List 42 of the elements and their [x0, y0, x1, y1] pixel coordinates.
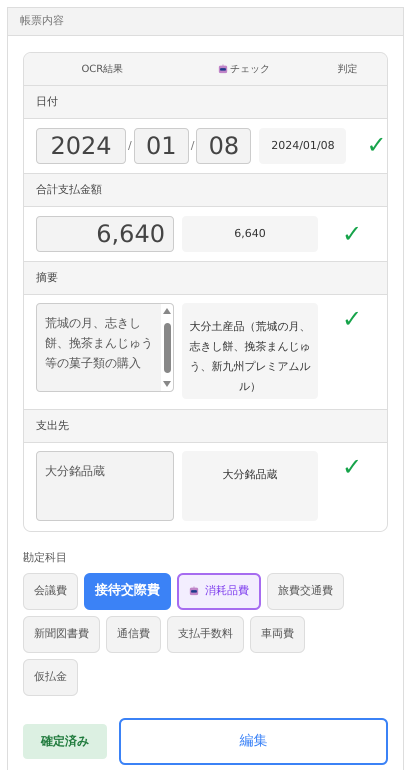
check-value: 2024/01/08	[259, 128, 346, 164]
section-label: 勘定科目	[23, 550, 68, 566]
panel-title: 帳票内容	[8, 8, 403, 36]
date-field[interactable]: 08	[196, 128, 252, 164]
account-chip[interactable]: 車両費	[250, 616, 305, 652]
date-field[interactable]: 01	[134, 128, 189, 164]
scrollbar[interactable]	[161, 304, 173, 391]
scroll-down-icon[interactable]	[163, 381, 171, 387]
scrollbar-thumb[interactable]	[164, 322, 170, 372]
check-value: 大分土産品（荒城の月、志きし餅、挽茶まんじゅう、新九州プレミアムルル）	[182, 303, 318, 399]
account-chip[interactable]: 消耗品費	[177, 572, 261, 610]
date-separator: /	[128, 138, 132, 154]
account-chip[interactable]: 旅費交通費	[267, 572, 344, 610]
judgement-mark: ✓	[342, 222, 362, 246]
scroll-up-icon[interactable]	[163, 308, 171, 314]
robot-icon	[189, 586, 199, 596]
field-label: 支出先	[36, 418, 69, 434]
account-chip[interactable]: 支払手数料	[167, 616, 244, 652]
amount-field[interactable]: 6,640	[36, 216, 174, 252]
account-chip[interactable]: 接待交際費	[84, 572, 171, 610]
account-chip[interactable]: 会議費	[23, 572, 78, 610]
account-chip[interactable]: 新聞図書費	[23, 616, 100, 652]
edit-button[interactable]: 編集	[118, 718, 388, 764]
column-header: チェック	[180, 62, 308, 76]
judgement-mark: ✓	[342, 455, 362, 479]
robot-icon	[218, 64, 228, 74]
column-header: 判定	[336, 62, 358, 76]
account-chip[interactable]: 通信費	[106, 616, 161, 652]
field-label: 日付	[36, 94, 58, 110]
judgement-mark: ✓	[342, 307, 362, 331]
date-separator: /	[190, 138, 194, 154]
text-field[interactable]: 大分銘品蔵	[36, 451, 174, 521]
text-field[interactable]: 荒城の月、志きし餅、挽茶まんじゅう等の菓子類の購入	[36, 303, 174, 392]
field-label: 摘要	[36, 270, 58, 286]
check-value: 大分銘品蔵	[182, 451, 318, 521]
judgement-mark: ✓	[366, 130, 387, 158]
status-badge: 確定済み	[23, 724, 107, 758]
field-label: 合計支払金額	[36, 182, 102, 198]
column-header: OCR結果	[80, 62, 124, 76]
check-value: 6,640	[182, 216, 318, 252]
date-field[interactable]: 2024	[36, 128, 126, 164]
account-chip[interactable]: 仮払金	[23, 658, 78, 696]
